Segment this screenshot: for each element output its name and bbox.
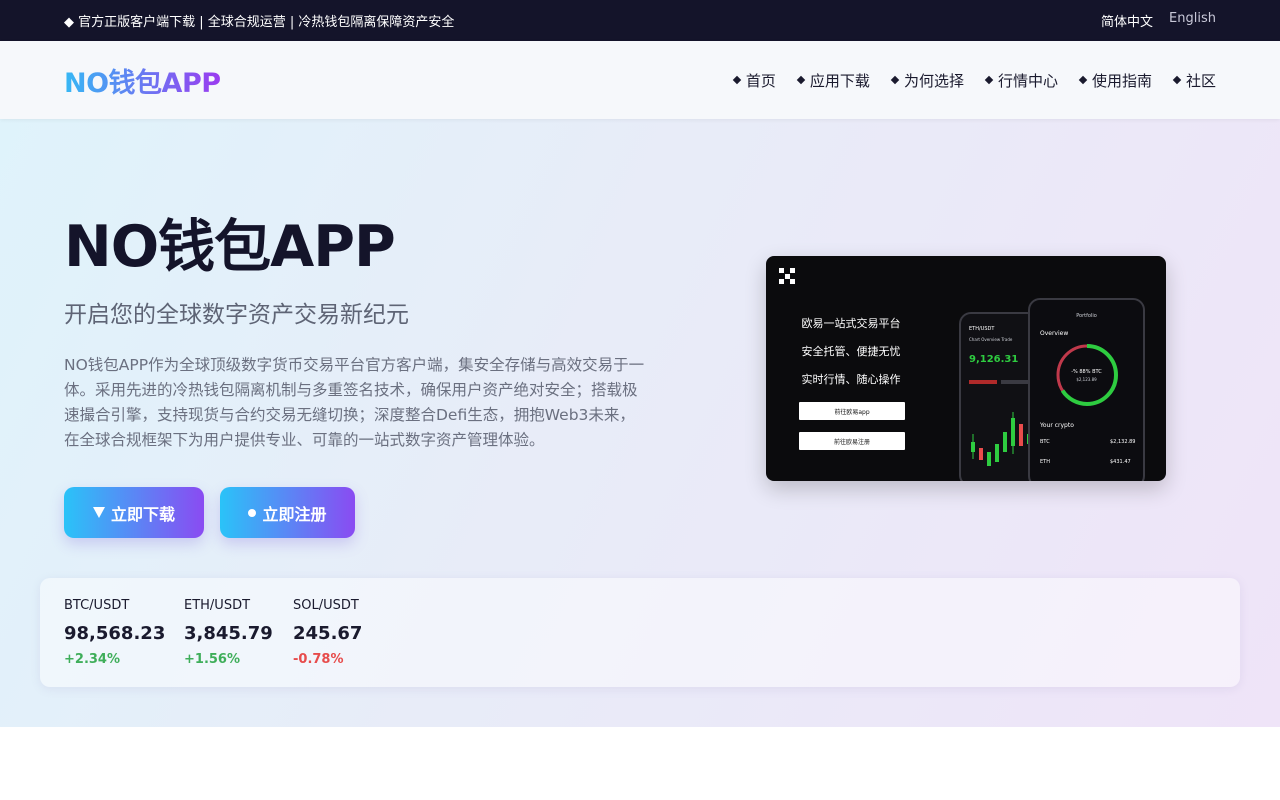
ticker-change: -0.78% xyxy=(293,652,344,667)
diamond-icon xyxy=(796,75,806,85)
nav-label: 使用指南 xyxy=(1091,71,1152,90)
diamond-icon xyxy=(1172,75,1182,85)
diamond-icon xyxy=(984,75,994,85)
portfolio-ring-chart xyxy=(1056,344,1118,406)
ring-pct: -% 88% BTC xyxy=(1071,369,1102,375)
nav-item-community[interactable]: 社区 xyxy=(1172,70,1216,91)
hero-subtitle: 开启您的全球数字资产交易新纪元 xyxy=(64,302,409,328)
hero-description: NO钱包APP作为全球顶级数字货币交易平台官方客户端，集安全存储与高效交易于一体… xyxy=(64,356,645,449)
okx-logo-icon xyxy=(779,268,795,284)
site-logo[interactable]: NO钱包APP xyxy=(64,61,221,100)
ticker-change: +2.34% xyxy=(64,652,120,667)
diamond-icon xyxy=(1078,75,1088,85)
crypto-row-value: $431.47 xyxy=(1110,459,1131,465)
crypto-row-name: BTC xyxy=(1040,439,1050,445)
phone-mockup-chart: ETH/USDT Chart Overview Trade 9,126.31 xyxy=(959,312,1039,481)
announcement-bar: ◆ 官方正版客户端下载 | 全球合规运营 | 冷热钱包隔离保障资产安全 简体中文… xyxy=(0,0,1280,41)
nav-label: 应用下载 xyxy=(809,71,870,90)
nav-item-market[interactable]: 行情中心 xyxy=(984,70,1058,91)
crypto-row-name: ETH xyxy=(1040,459,1050,465)
promo-line-3: 实时行情、随心操作 xyxy=(801,373,901,386)
phone-overview: Overview xyxy=(1040,330,1069,337)
download-button-label: 立即下载 xyxy=(110,504,175,524)
dot-icon xyxy=(248,508,257,517)
main-nav: 首页 应用下载 为何选择 行情中心 使用指南 社区 xyxy=(732,70,1216,91)
diamond-icon xyxy=(732,75,742,85)
ticker-price: 3,845.79 xyxy=(184,623,273,644)
market-ticker: BTC/USDT 98,568.23 +2.34% ETH/USDT 3,845… xyxy=(40,578,1240,687)
lang-en-link[interactable]: English xyxy=(1169,11,1216,30)
site-header: NO钱包APP 首页 应用下载 为何选择 行情中心 使用指南 社区 xyxy=(0,41,1280,119)
phone-pair: ETH/USDT xyxy=(969,326,995,332)
phone-tabs: Chart Overview Trade xyxy=(969,337,1013,342)
hero-section: NO钱包APP 开启您的全球数字资产交易新纪元 NO钱包APP作为全球顶级数字货… xyxy=(0,119,1280,727)
nav-item-download[interactable]: 应用下载 xyxy=(796,70,870,91)
promo-image: 欧易一站式交易平台 安全托管、便捷无忧 实时行情、随心操作 前往欧易app 前往… xyxy=(766,256,1166,481)
nav-label: 行情中心 xyxy=(997,71,1058,90)
promo-line-1: 欧易一站式交易平台 xyxy=(801,317,901,330)
triangle-down-icon xyxy=(92,507,105,518)
download-button[interactable]: 立即下载 xyxy=(64,487,204,538)
nav-label: 社区 xyxy=(1185,71,1216,90)
crypto-row-value: $2,132.89 xyxy=(1110,439,1136,445)
phone-price: 9,126.31 xyxy=(969,354,1019,365)
phone-header: Portfolio xyxy=(1076,313,1097,319)
candlestick-chart-graphic xyxy=(971,412,1031,466)
ticker-price: 98,568.23 xyxy=(64,623,166,644)
ring-value: $2,123.89 xyxy=(1076,377,1097,382)
lang-zh-link[interactable]: 简体中文 xyxy=(1101,11,1153,30)
ticker-pair: ETH/USDT xyxy=(184,598,251,613)
diamond-icon xyxy=(890,75,900,85)
ticker-pair: SOL/USDT xyxy=(293,598,359,613)
nav-label: 首页 xyxy=(745,71,776,90)
ticker-change: +1.56% xyxy=(184,652,240,667)
ticker-pair: BTC/USDT xyxy=(64,598,130,613)
promo-app-button: 前往欧易app xyxy=(799,402,905,420)
register-button-label: 立即注册 xyxy=(262,504,327,524)
nav-item-why-choose[interactable]: 为何选择 xyxy=(890,70,964,91)
announcement-text: ◆ 官方正版客户端下载 | 全球合规运营 | 冷热钱包隔离保障资产安全 xyxy=(64,15,455,30)
nav-item-guide[interactable]: 使用指南 xyxy=(1078,70,1152,91)
ticker-price: 245.67 xyxy=(293,623,363,644)
promo-line-2: 安全托管、便捷无忧 xyxy=(801,345,901,358)
register-button[interactable]: 立即注册 xyxy=(220,487,355,538)
phone-mockup-portfolio: Portfolio Overview -% 88% BTC $2,123.89 … xyxy=(1028,298,1145,481)
nav-label: 为何选择 xyxy=(903,71,964,90)
nav-item-home[interactable]: 首页 xyxy=(732,70,776,91)
language-switcher: 简体中文 English xyxy=(1101,11,1216,30)
promo-register-button: 前往欧易注册 xyxy=(799,432,905,450)
your-crypto-label: Your crypto xyxy=(1040,422,1074,429)
hero-title: NO钱包APP xyxy=(64,214,396,280)
